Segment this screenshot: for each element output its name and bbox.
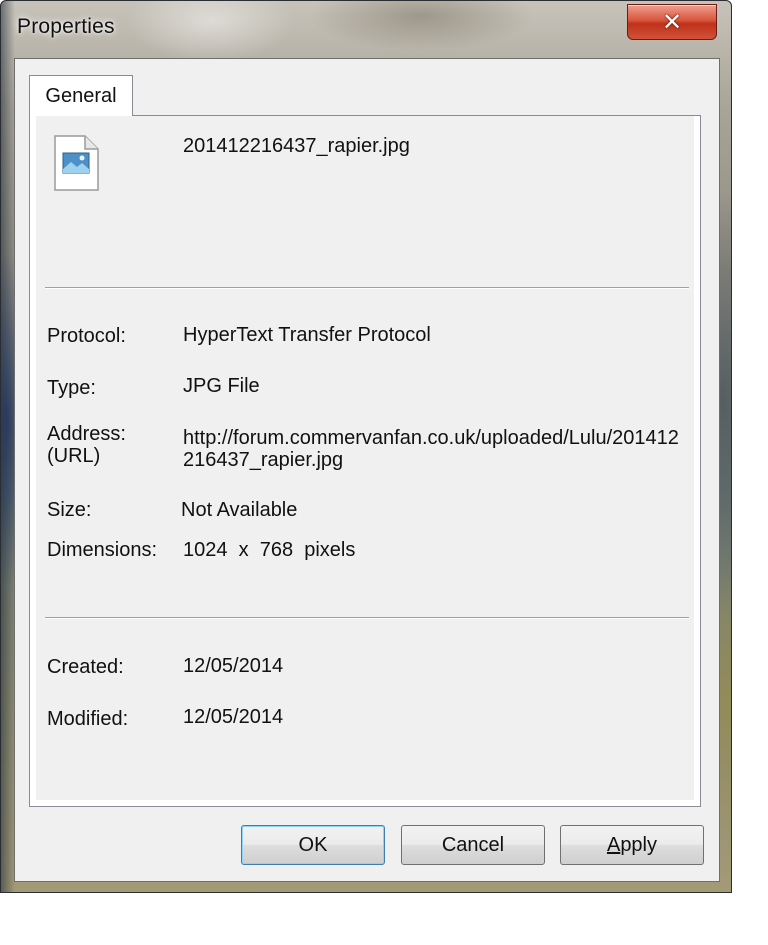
- tab-general-label: General: [45, 84, 117, 107]
- apply-button-mnemonic: A: [606, 833, 621, 856]
- modified-value: 12/05/2014: [183, 706, 284, 728]
- tab-general[interactable]: General: [29, 75, 133, 116]
- type-value: JPG File: [183, 375, 260, 397]
- dimensions-label: Dimensions:: [47, 539, 158, 561]
- created-value: 12/05/2014: [183, 655, 284, 677]
- separator: [45, 287, 689, 289]
- ok-button-label: OK: [298, 833, 328, 856]
- properties-window: Properties ✕ General 201412216437_rapier…: [0, 0, 732, 893]
- dialog-client-area: General 201412216437_rapier.jpg Protocol…: [14, 58, 720, 882]
- separator: [45, 617, 689, 619]
- file-name: 201412216437_rapier.jpg: [183, 135, 410, 157]
- cancel-button[interactable]: Cancel: [401, 825, 545, 865]
- close-icon: ✕: [661, 8, 683, 36]
- address-label-line2: (URL): [47, 445, 101, 467]
- address-label: Address: (URL): [47, 423, 126, 467]
- window-title: Properties: [17, 15, 115, 38]
- image-file-icon: [54, 135, 99, 191]
- type-label: Type:: [47, 377, 96, 399]
- close-button[interactable]: ✕: [627, 4, 717, 40]
- size-label: Size:: [47, 499, 92, 521]
- address-label-line1: Address:: [47, 423, 126, 445]
- dimensions-value: 1024 x 768 pixels: [183, 539, 356, 561]
- address-value: http://forum.commervanfan.co.uk/uploaded…: [183, 427, 679, 471]
- size-value: Not Available: [181, 499, 298, 521]
- cancel-button-label: Cancel: [441, 833, 505, 856]
- modified-label: Modified:: [47, 708, 129, 730]
- protocol-value: HyperText Transfer Protocol: [183, 324, 431, 346]
- apply-button-label: pply: [620, 833, 658, 856]
- created-label: Created:: [47, 656, 124, 678]
- ok-button[interactable]: OK: [241, 825, 385, 865]
- protocol-label: Protocol:: [47, 325, 126, 347]
- apply-button[interactable]: Apply: [560, 825, 704, 865]
